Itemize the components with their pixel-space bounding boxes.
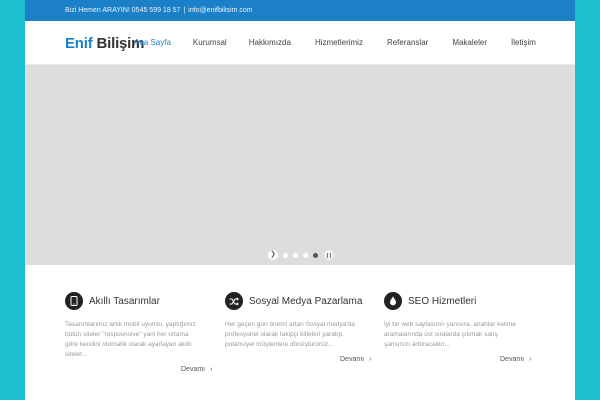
separator: | bbox=[183, 7, 186, 14]
site-logo[interactable]: Enif Bilişim bbox=[65, 35, 144, 52]
nav-item-ana-sayfa[interactable]: Ana Sayfa bbox=[134, 38, 171, 47]
slider-dot-2[interactable] bbox=[293, 252, 298, 258]
drop-icon bbox=[384, 292, 402, 310]
slider-next-button[interactable]: ❯ bbox=[268, 250, 278, 260]
read-more-link[interactable]: Devamı › bbox=[340, 356, 371, 363]
nav-item-kurumsal[interactable]: Kurumsal bbox=[193, 38, 227, 47]
read-more-link[interactable]: Devamı › bbox=[181, 366, 212, 373]
nav-item-hakkimizda[interactable]: Hakkımızda bbox=[249, 38, 291, 47]
nav-item-referanslar[interactable]: Referanslar bbox=[387, 38, 428, 47]
feature-description: Tasarımlarımız artık mobil uyumlu, yaptı… bbox=[65, 321, 196, 358]
nav-item-iletisim[interactable]: İletişim bbox=[511, 38, 536, 47]
features-section: Akıllı Tasarımlar Tasarımlarımız artık m… bbox=[25, 265, 575, 400]
phone-text: Bizi Hemen ARAYIN! 0545 599 18 57 bbox=[65, 7, 181, 14]
page: Bizi Hemen ARAYIN! 0545 599 18 57 | info@e… bbox=[25, 0, 575, 400]
chevron-right-icon: › bbox=[210, 366, 213, 373]
email-link[interactable]: info@enifbilisim.com bbox=[188, 7, 252, 14]
top-contact-bar: Bizi Hemen ARAYIN! 0545 599 18 57 | info@e… bbox=[25, 0, 575, 21]
logo-part-enif: Enif bbox=[65, 35, 93, 52]
chevron-right-icon: › bbox=[529, 356, 532, 363]
feature-description: Her geçen gün önemi artan Sosyal medya'd… bbox=[225, 321, 355, 348]
slider-dot-3[interactable] bbox=[303, 252, 308, 258]
feature-akilli-tasarimlar: Akıllı Tasarımlar Tasarımlarımız artık m… bbox=[65, 292, 215, 360]
slider-controls: ❯ bbox=[268, 250, 334, 260]
read-more-link[interactable]: Devamı › bbox=[500, 356, 531, 363]
main-nav: Ana Sayfa Kurumsal Hakkımızda Hizmetleri… bbox=[134, 38, 536, 47]
feature-description: İyi bir web sayfasının yanısıra, anahtar… bbox=[384, 321, 516, 348]
chevron-right-icon: › bbox=[369, 356, 372, 363]
feature-title: Akıllı Tasarımlar bbox=[89, 295, 160, 307]
slider-pause-button[interactable] bbox=[324, 250, 334, 260]
feature-title: Sosyal Medya Pazarlama bbox=[249, 295, 363, 307]
nav-item-makaleler[interactable]: Makaleler bbox=[452, 38, 487, 47]
feature-seo-hizmetleri: SEO Hizmetleri İyi bir web sayfasının ya… bbox=[384, 292, 534, 350]
shuffle-icon bbox=[225, 292, 243, 310]
hero-slider[interactable]: ❯ bbox=[25, 65, 575, 265]
slider-dot-1[interactable] bbox=[283, 252, 288, 258]
pause-icon bbox=[326, 251, 332, 258]
feature-title: SEO Hizmetleri bbox=[408, 295, 477, 307]
feature-sosyal-medya: Sosyal Medya Pazarlama Her geçen gün öne… bbox=[225, 292, 375, 350]
tablet-icon bbox=[65, 292, 83, 310]
chevron-right-icon: ❯ bbox=[270, 251, 276, 258]
slider-dot-4[interactable] bbox=[313, 252, 318, 258]
nav-item-hizmetlerimiz[interactable]: Hizmetlerimiz bbox=[315, 38, 363, 47]
site-header: Enif Bilişim Ana Sayfa Kurumsal Hakkımız… bbox=[25, 21, 575, 65]
